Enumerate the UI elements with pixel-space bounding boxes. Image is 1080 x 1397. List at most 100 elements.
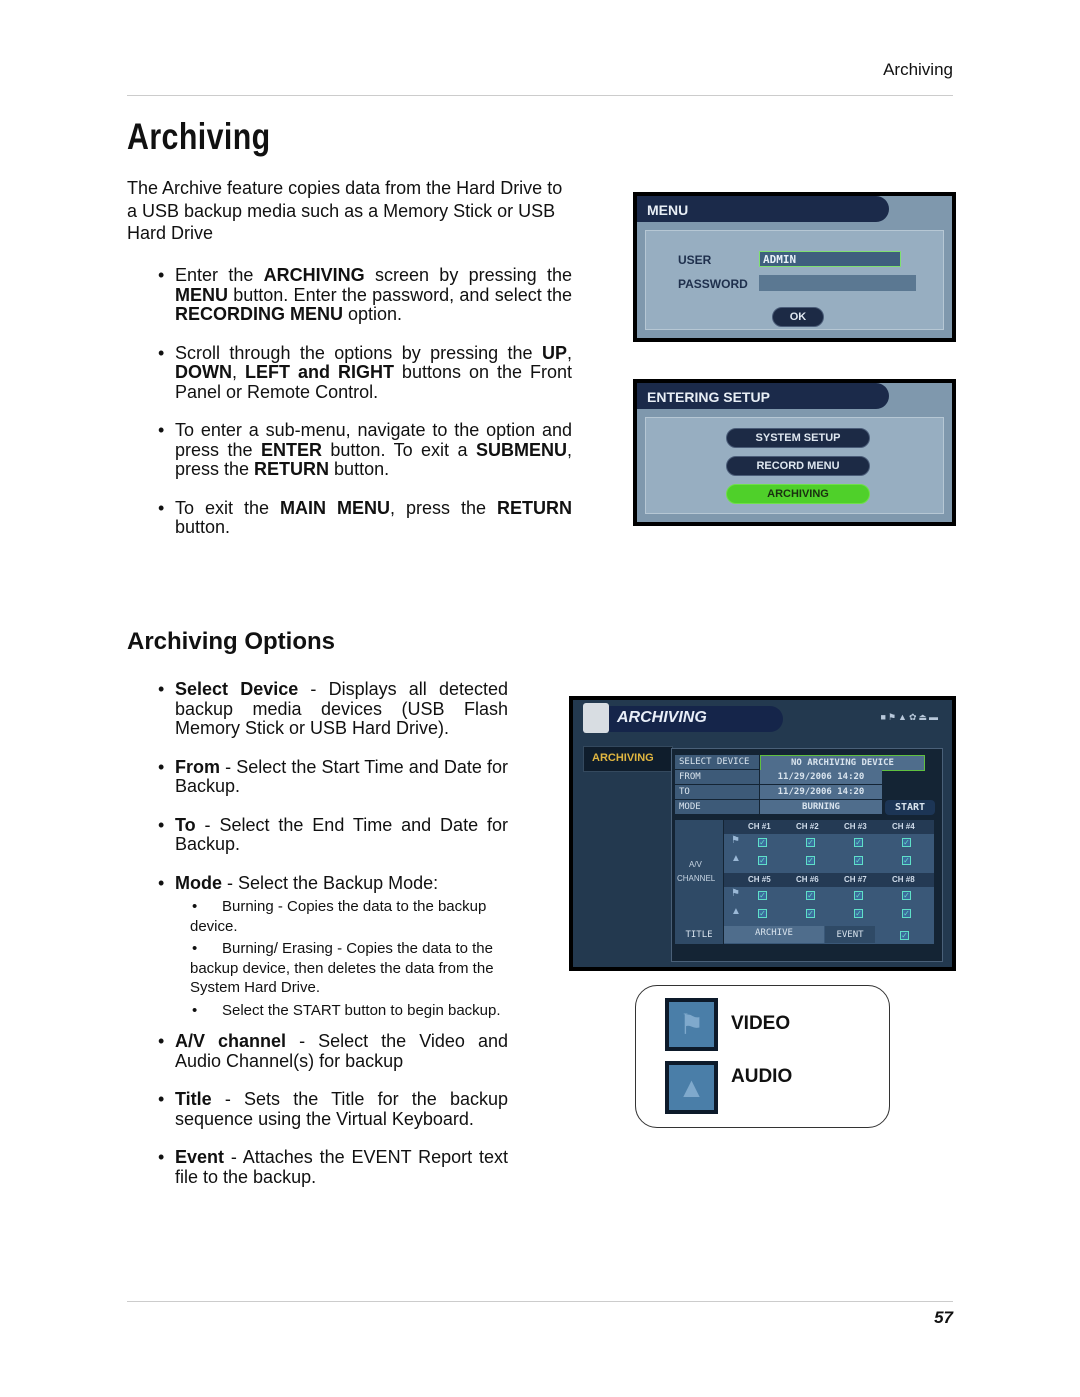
audio-channel-checkbox[interactable]: ✓ [854, 856, 863, 865]
audio-icon: ▲ [731, 853, 741, 864]
password-label: PASSWORD [678, 277, 748, 291]
system-setup-button[interactable]: SYSTEM SETUP [726, 428, 870, 448]
bold-term: From [175, 756, 220, 777]
bullet-icon: • [158, 872, 165, 893]
text: button. [175, 517, 231, 537]
audio-channel-checkbox[interactable]: ✓ [758, 856, 767, 865]
bullet-icon: • [158, 679, 165, 699]
list-item: • Scroll through the options by pressing … [158, 342, 572, 403]
text: - Sets the Title for the backup sequence… [175, 1089, 508, 1129]
archive-device-icon [583, 703, 609, 733]
mode-select[interactable]: BURNING [760, 800, 882, 814]
section-title: Archiving Options [127, 628, 336, 655]
video-channel-checkbox[interactable]: ✓ [854, 838, 863, 847]
status-icons: ■⚑▲✿⏏▬ [880, 712, 940, 722]
running-head: Archiving [883, 60, 953, 79]
audio-channel-checkbox[interactable]: ✓ [806, 909, 815, 918]
text: Enter the [175, 265, 264, 285]
text: Scroll through the options by pressing t… [175, 342, 542, 363]
audio-channel-checkbox[interactable]: ✓ [854, 909, 863, 918]
channel-label: CHANNEL [677, 874, 716, 883]
bold-term: RETURN [254, 459, 330, 479]
av-label: A/V [689, 860, 702, 869]
archiving-button[interactable]: ARCHIVING [726, 484, 870, 504]
event-label: EVENT [825, 926, 875, 943]
password-field[interactable] [759, 275, 916, 291]
bold-term: ENTER [260, 439, 322, 460]
setup-title: ENTERING SETUP [637, 383, 889, 409]
bold-term: Event [175, 1147, 225, 1167]
menu-title: MENU [637, 196, 889, 222]
bullet-icon: • [158, 497, 165, 518]
bold-term: ARCHIVING [263, 265, 365, 285]
bold-term: SUBMENU [475, 439, 567, 460]
entering-setup-screenshot: ENTERING SETUP SYSTEM SETUP RECORD MENU … [633, 379, 956, 526]
video-label: VIDEO [731, 1013, 791, 1034]
select-device-dropdown[interactable]: NO ARCHIVING DEVICE [760, 755, 925, 771]
archiving-tab[interactable]: ARCHIVING [583, 746, 673, 772]
instructions-list: • Enter the ARCHIVING screen by pressing … [158, 265, 573, 557]
start-button[interactable]: START [885, 800, 935, 815]
from-field[interactable]: 11/29/2006 14:20 [760, 770, 882, 784]
audio-channel-checkbox[interactable]: ✓ [902, 909, 911, 918]
user-label: USER [678, 253, 712, 267]
list-item: • To exit the MAIN MENU, press the RETURN… [158, 497, 573, 538]
ok-button[interactable]: OK [772, 307, 824, 327]
video-channel-checkbox[interactable]: ✓ [902, 838, 911, 847]
channel-label: CH #5 [748, 875, 771, 884]
video-channel-checkbox[interactable]: ✓ [806, 838, 815, 847]
bold-term: To [175, 814, 196, 835]
text: , press the [390, 497, 498, 518]
bold-term: A/V channel [175, 1031, 287, 1051]
bullet-icon: • [158, 1089, 165, 1109]
from-label: FROM [675, 770, 759, 784]
bold-term: DOWN [175, 362, 232, 382]
channel-label: CH #2 [796, 822, 819, 831]
sub-list-item: • Burning - Copies the data to the backup… [190, 898, 487, 935]
menu-login-screenshot: MENU USER ADMIN PASSWORD OK [633, 192, 956, 342]
list-item: • Mode - Select the Backup Mode: • Burning … [158, 872, 508, 1021]
bold-term: MAIN MENU [280, 497, 390, 518]
video-channel-checkbox[interactable]: ✓ [902, 891, 911, 900]
text: , [232, 362, 245, 382]
video-channel-checkbox[interactable]: ✓ [806, 891, 815, 900]
title-field[interactable]: ARCHIVE [724, 926, 824, 943]
bullet-icon: • [158, 342, 165, 363]
video-icon: ⚑ [731, 888, 740, 899]
bullet-icon: • [158, 265, 165, 285]
bold-term: LEFT and RIGHT [244, 362, 394, 382]
list-item: • Enter the ARCHIVING screen by pressing … [158, 265, 572, 325]
page-number: 57 [934, 1308, 953, 1327]
bold-term: RETURN [497, 497, 573, 518]
bold-term: MENU [175, 284, 228, 305]
video-icon: ⚑ [731, 835, 740, 846]
audio-channel-checkbox[interactable]: ✓ [806, 856, 815, 865]
sub-item-text: Select the START button to begin backup. [222, 1001, 501, 1019]
video-channel-checkbox[interactable]: ✓ [854, 891, 863, 900]
audio-icon: ▲ [731, 906, 741, 917]
video-icon: ⚑ [665, 998, 718, 1051]
record-menu-button[interactable]: RECORD MENU [726, 456, 870, 476]
audio-channel-checkbox[interactable]: ✓ [758, 909, 767, 918]
to-field[interactable]: 11/29/2006 14:20 [760, 785, 882, 799]
intro-paragraph: The Archive feature copies data from the… [127, 178, 563, 243]
text: screen by pressing the [364, 265, 572, 285]
list-item: • Select Device - Displays all detected b… [158, 679, 508, 739]
mode-label: MODE [675, 800, 759, 814]
channel-label: CH #4 [892, 822, 915, 831]
text: - Attaches the EVENT Report text file to… [175, 1147, 508, 1187]
list-item: • From - Select the Start Time and Date f… [158, 756, 508, 797]
video-channel-checkbox[interactable]: ✓ [758, 891, 767, 900]
bullet-icon: • [158, 420, 165, 440]
list-item: • To enter a sub-menu, navigate to the op… [158, 420, 572, 480]
bullet-icon: • [158, 1147, 165, 1167]
audio-icon: ▲ [665, 1061, 718, 1114]
options-list: • Select Device - Displays all detected b… [158, 679, 508, 1206]
icon-legend: ⚑ VIDEO ▲ AUDIO [635, 985, 890, 1128]
text: - Select the Backup Mode: [222, 872, 439, 893]
audio-channel-checkbox[interactable]: ✓ [902, 856, 911, 865]
event-checkbox[interactable]: ✓ [900, 931, 909, 940]
bold-term: UP [541, 342, 567, 363]
user-select[interactable]: ADMIN [759, 251, 901, 267]
video-channel-checkbox[interactable]: ✓ [758, 838, 767, 847]
